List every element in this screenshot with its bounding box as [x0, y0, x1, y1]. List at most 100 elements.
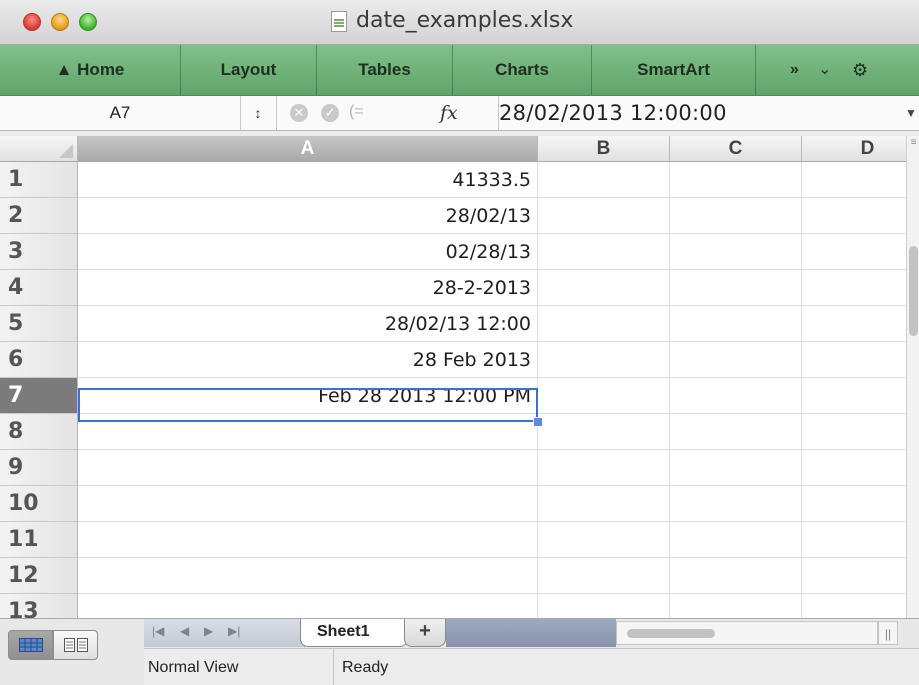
row-header[interactable]: 11 [0, 522, 78, 558]
cell-c2[interactable] [670, 198, 802, 234]
cell-a13[interactable] [78, 594, 538, 618]
cell-d4[interactable] [802, 270, 906, 306]
row-header[interactable]: 3 [0, 234, 78, 270]
horizontal-scrollbar[interactable] [616, 621, 878, 645]
close-window-button[interactable] [23, 13, 41, 31]
equals-icon[interactable]: (= [349, 100, 375, 124]
cell-a11[interactable] [78, 522, 538, 558]
cell-a4[interactable]: 28-2-2013 [78, 270, 538, 306]
row-header[interactable]: 4 [0, 270, 78, 306]
select-all-corner[interactable] [0, 136, 78, 162]
cell-a2[interactable]: 28/02/13 [78, 198, 538, 234]
column-header-c[interactable]: C [670, 136, 802, 162]
row-header[interactable]: 6 [0, 342, 78, 378]
cell-b2[interactable] [538, 198, 670, 234]
cell-c11[interactable] [670, 522, 802, 558]
normal-view-button[interactable] [8, 630, 53, 660]
cell-d3[interactable] [802, 234, 906, 270]
ribbon-collapse-icon[interactable]: ⌄ [818, 45, 831, 95]
page-layout-view-button[interactable] [53, 630, 98, 660]
cell-a1[interactable]: 41333.5 [78, 162, 538, 198]
cell-b3[interactable] [538, 234, 670, 270]
cell-b6[interactable] [538, 342, 670, 378]
tab-smartart[interactable]: SmartArt [592, 45, 756, 95]
cell-b5[interactable] [538, 306, 670, 342]
name-box-stepper-icon[interactable]: ↕ [240, 96, 277, 130]
gear-icon[interactable]: ⚙ [852, 45, 868, 95]
tab-layout[interactable]: Layout [181, 45, 317, 95]
cell-d5[interactable] [802, 306, 906, 342]
vertical-scroll-thumb[interactable] [909, 246, 918, 336]
row-header[interactable]: 12 [0, 558, 78, 594]
cell-c3[interactable] [670, 234, 802, 270]
row-header[interactable]: 5 [0, 306, 78, 342]
cell-b10[interactable] [538, 486, 670, 522]
next-sheet-icon[interactable]: ▶ [204, 624, 213, 638]
confirm-entry-icon[interactable]: ✓ [321, 104, 339, 122]
first-sheet-icon[interactable]: |◀ [152, 624, 164, 638]
cell-a12[interactable] [78, 558, 538, 594]
cell-d6[interactable] [802, 342, 906, 378]
row-header[interactable]: 1 [0, 162, 78, 198]
cell-d13[interactable] [802, 594, 906, 618]
cell-b9[interactable] [538, 450, 670, 486]
cell-b1[interactable] [538, 162, 670, 198]
cell-a5[interactable]: 28/02/13 12:00 [78, 306, 538, 342]
cell-b13[interactable] [538, 594, 670, 618]
cell-a10[interactable] [78, 486, 538, 522]
row-header[interactable]: 10 [0, 486, 78, 522]
formula-input[interactable]: 28/02/2013 12:00:00 [498, 96, 727, 130]
cell-c13[interactable] [670, 594, 802, 618]
cell-c12[interactable] [670, 558, 802, 594]
more-tabs-icon[interactable]: » [790, 45, 799, 95]
spreadsheet-grid[interactable]: A B C D 1 41333.5 2 28/02/13 3 02/28/13 4 28-2-… [0, 136, 906, 618]
cancel-entry-icon[interactable]: ✕ [290, 104, 308, 122]
cell-b4[interactable] [538, 270, 670, 306]
cell-d1[interactable] [802, 162, 906, 198]
cell-b12[interactable] [538, 558, 670, 594]
column-header-d[interactable]: D [802, 136, 906, 162]
cell-b11[interactable] [538, 522, 670, 558]
cell-b7[interactable] [538, 378, 670, 414]
last-sheet-icon[interactable]: ▶| [228, 624, 240, 638]
previous-sheet-icon[interactable]: ◀ [180, 624, 189, 638]
cell-c6[interactable] [670, 342, 802, 378]
cell-d9[interactable] [802, 450, 906, 486]
cell-d8[interactable] [802, 414, 906, 450]
horizontal-scroll-thumb[interactable] [627, 629, 715, 638]
formula-expand-icon[interactable]: ▼ [905, 96, 917, 130]
horizontal-split-icon[interactable]: || [878, 621, 898, 645]
tab-home[interactable]: ▲ Home [0, 45, 181, 95]
cell-c1[interactable] [670, 162, 802, 198]
row-header[interactable]: 8 [0, 414, 78, 450]
column-header-a[interactable]: A [78, 136, 538, 162]
cell-c10[interactable] [670, 486, 802, 522]
insert-function-button[interactable]: fx [440, 96, 458, 130]
cell-d7[interactable] [802, 378, 906, 414]
cell-d2[interactable] [802, 198, 906, 234]
column-header-b[interactable]: B [538, 136, 670, 162]
row-header[interactable]: 2 [0, 198, 78, 234]
zoom-window-button[interactable] [79, 13, 97, 31]
vertical-scrollbar[interactable]: ≡ [906, 136, 919, 618]
fill-handle[interactable] [533, 417, 543, 427]
cell-d12[interactable] [802, 558, 906, 594]
sheet-tab-sheet1[interactable]: Sheet1 [300, 619, 408, 647]
row-header[interactable]: 7 [0, 378, 78, 414]
cell-c9[interactable] [670, 450, 802, 486]
cell-d11[interactable] [802, 522, 906, 558]
tab-charts[interactable]: Charts [453, 45, 592, 95]
minimize-window-button[interactable] [51, 13, 69, 31]
cell-c4[interactable] [670, 270, 802, 306]
cell-a6[interactable]: 28 Feb 2013 [78, 342, 538, 378]
cell-a3[interactable]: 02/28/13 [78, 234, 538, 270]
cell-c7[interactable] [670, 378, 802, 414]
add-sheet-button[interactable]: + [404, 619, 446, 647]
cell-b8[interactable] [538, 414, 670, 450]
cell-c8[interactable] [670, 414, 802, 450]
row-header[interactable]: 9 [0, 450, 78, 486]
cell-c5[interactable] [670, 306, 802, 342]
cell-d10[interactable] [802, 486, 906, 522]
name-box[interactable]: A7 [0, 96, 241, 130]
split-icon[interactable]: ≡ [907, 136, 919, 154]
